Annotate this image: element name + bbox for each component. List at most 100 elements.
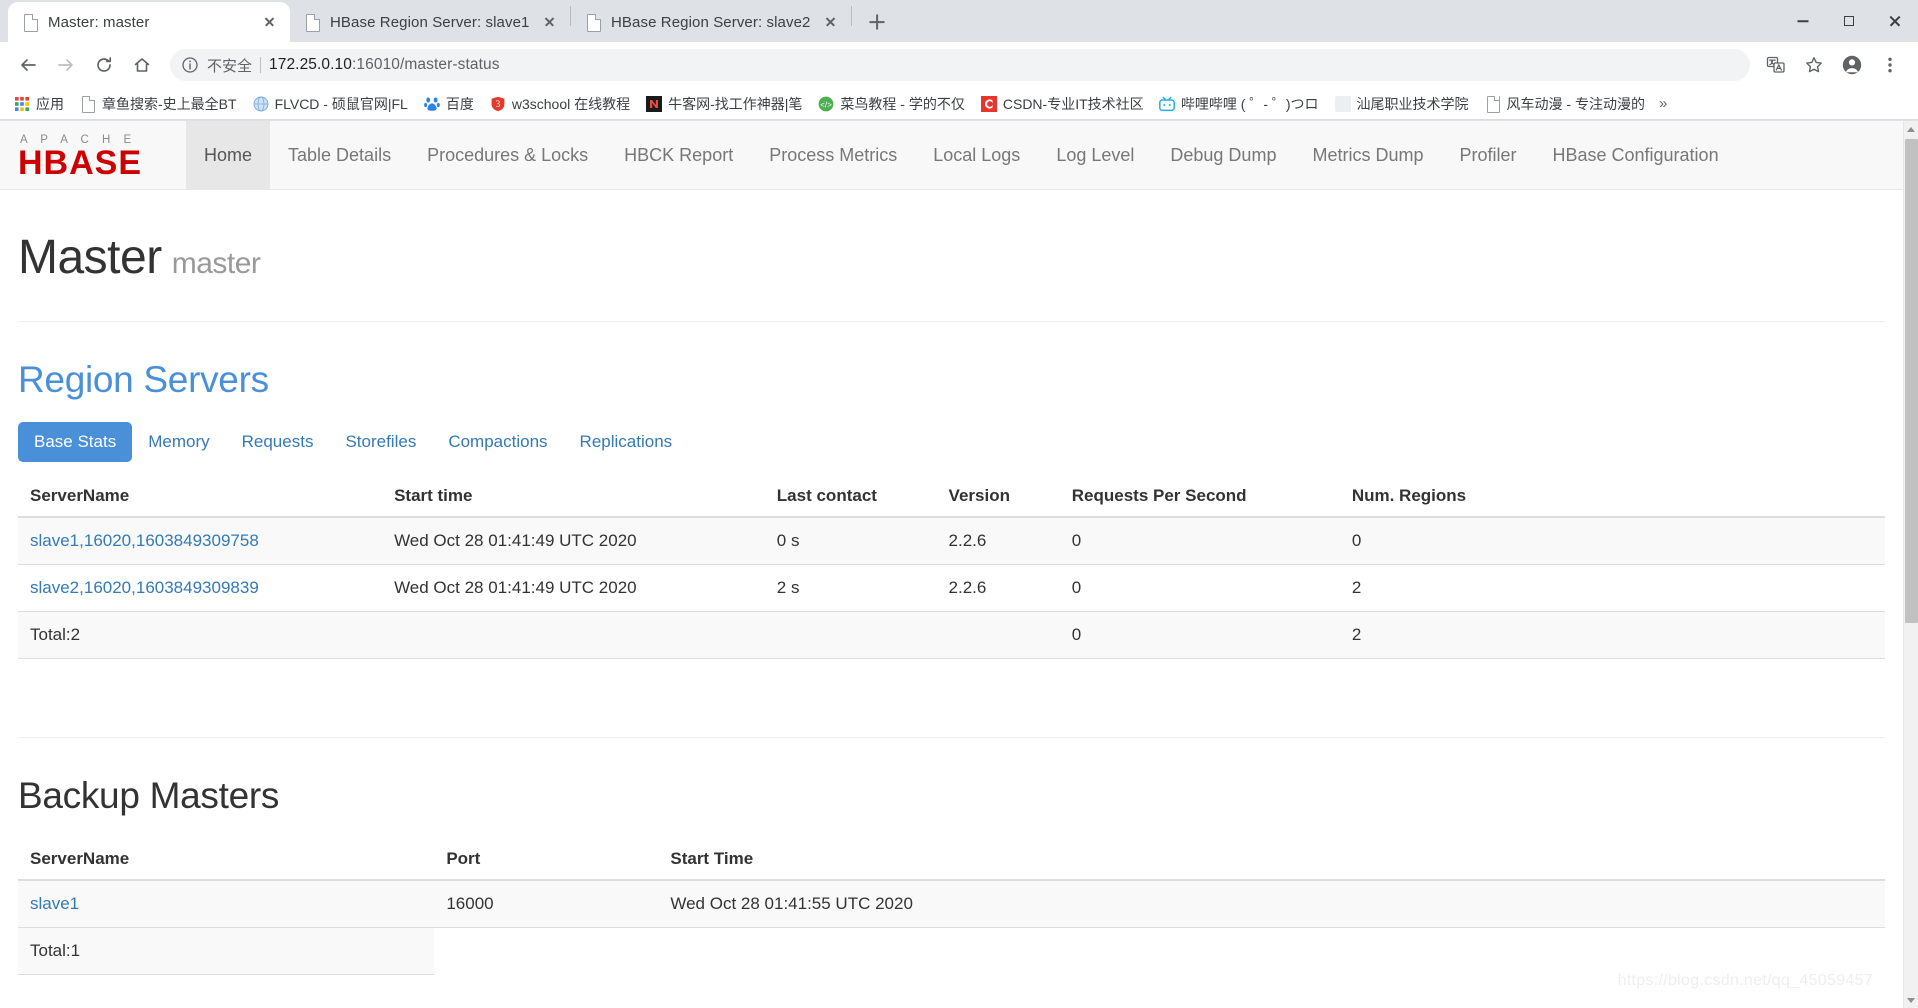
hbase-master-status-page: A P A C H E HBASE Home Table Details Pro… <box>0 121 1903 1008</box>
maximize-button[interactable] <box>1826 0 1872 42</box>
nowcoder-icon <box>646 95 663 112</box>
tab-divider <box>851 6 852 26</box>
cell-total-start-time <box>382 611 765 660</box>
bookmark-w3school[interactable]: 3 w3school 在线教程 <box>482 91 638 117</box>
nav-item-hbase-configuration[interactable]: HBase Configuration <box>1534 121 1736 190</box>
tab-replications[interactable]: Replications <box>564 422 689 462</box>
cell-start-time: Wed Oct 28 01:41:49 UTC 2020 <box>382 564 765 613</box>
minimize-button[interactable] <box>1780 0 1826 42</box>
tab-compactions[interactable]: Compactions <box>432 422 563 462</box>
server-link-slave1[interactable]: slave1,16020,1603849309758 <box>30 531 259 550</box>
three-dot-menu-icon[interactable] <box>1872 47 1908 83</box>
bookmark-label: 风车动漫 - 专注动漫的 <box>1506 95 1645 112</box>
column-header-requests-per-second: Requests Per Second <box>1059 476 1340 519</box>
new-tab-button[interactable] <box>860 5 894 39</box>
divider <box>18 320 1885 322</box>
hbase-logo[interactable]: A P A C H E HBASE <box>14 121 186 190</box>
bookmark-swvtc[interactable]: 汕尾职业技术学院 <box>1327 91 1477 117</box>
page-title: Master master <box>18 231 1885 285</box>
bookmark-label: 牛客网-找工作神器|笔 <box>668 95 803 112</box>
browser-window: Master: master HBase Region Server: slav… <box>0 0 1918 1008</box>
nav-item-procedures-locks[interactable]: Procedures & Locks <box>409 121 606 190</box>
tab-memory[interactable]: Memory <box>132 422 225 462</box>
page-scrollbar[interactable] <box>1903 121 1918 1008</box>
nav-item-debug-dump[interactable]: Debug Dump <box>1152 121 1294 190</box>
tab-storefiles[interactable]: Storefiles <box>329 422 432 462</box>
hbase-navbar: A P A C H E HBASE Home Table Details Pro… <box>0 121 1903 190</box>
bookmark-nowcoder[interactable]: 牛客网-找工作神器|笔 <box>638 91 810 117</box>
nav-item-log-level[interactable]: Log Level <box>1038 121 1152 190</box>
nav-item-table-details[interactable]: Table Details <box>270 121 409 190</box>
close-icon[interactable] <box>821 13 839 31</box>
window-close-button[interactable] <box>1872 0 1918 42</box>
column-header-num-regions: Num. Regions <box>1339 476 1885 519</box>
nav-item-process-metrics[interactable]: Process Metrics <box>751 121 915 190</box>
cell-port: 16000 <box>434 880 659 929</box>
info-circle-icon[interactable] <box>181 56 199 74</box>
cell-total-version <box>936 611 1060 660</box>
close-icon[interactable] <box>260 13 278 31</box>
nav-item-local-logs[interactable]: Local Logs <box>915 121 1038 190</box>
browser-tab-1[interactable]: HBase Region Server: slave1 <box>290 2 570 42</box>
close-icon[interactable] <box>540 13 558 31</box>
bookmark-label: 汕尾职业技术学院 <box>1356 95 1469 112</box>
backup-masters-heading: Backup Masters <box>18 775 280 817</box>
tab-requests[interactable]: Requests <box>226 422 330 462</box>
page-subtitle: master <box>171 247 261 280</box>
backup-masters-table: ServerName Port Start Time slave1 16000 … <box>18 839 1885 976</box>
back-arrow-icon[interactable] <box>10 47 46 83</box>
scroll-down-arrow-icon[interactable] <box>1904 992 1918 1008</box>
translate-icon[interactable] <box>1758 47 1794 83</box>
tab-title: HBase Region Server: slave2 <box>611 13 811 31</box>
page-icon <box>80 95 96 113</box>
server-link-slave2[interactable]: slave2,16020,1603849309839 <box>30 578 259 597</box>
tab-strip: Master: master HBase Region Server: slav… <box>0 0 1918 42</box>
cell-servername: slave1 <box>18 880 435 929</box>
divider <box>18 737 1885 739</box>
bookmark-zhangyu[interactable]: 章鱼搜索-史上最全BT <box>72 91 245 117</box>
bookmark-baidu[interactable]: 百度 <box>416 91 482 117</box>
reload-icon[interactable] <box>86 47 122 83</box>
bookmark-apps[interactable]: 应用 <box>6 91 72 117</box>
nav-item-hbck-report[interactable]: HBCK Report <box>606 121 751 190</box>
nav-item-metrics-dump[interactable]: Metrics Dump <box>1294 121 1441 190</box>
cell-servername: slave1,16020,1603849309758 <box>18 517 383 566</box>
browser-toolbar: 不安全 172.25.0.10:16010/master-status <box>0 42 1918 88</box>
backup-master-link-slave1[interactable]: slave1 <box>30 894 79 913</box>
scroll-up-arrow-icon[interactable] <box>1904 121 1918 137</box>
cell-num-regions: 2 <box>1339 564 1885 613</box>
page-icon <box>304 13 321 32</box>
bookmark-fengche[interactable]: 风车动漫 - 专注动漫的 <box>1477 91 1653 117</box>
bookmark-flvcd[interactable]: FLVCD - 硕鼠官网|FL <box>245 91 416 117</box>
tab-title: HBase Region Server: slave1 <box>330 13 530 31</box>
bookmark-bilibili[interactable]: 哔哩哔哩 ( ゜- ゜)つロ <box>1151 91 1327 117</box>
tab-title: Master: master <box>48 13 150 31</box>
cell-version: 2.2.6 <box>936 517 1060 566</box>
star-icon[interactable] <box>1796 47 1832 83</box>
nav-item-profiler[interactable]: Profiler <box>1441 121 1534 190</box>
bookmark-runoob[interactable]: </> 菜鸟教程 - 学的不仅 <box>810 91 972 117</box>
home-icon[interactable] <box>124 47 160 83</box>
page-icon <box>1485 95 1501 113</box>
scrollbar-thumb[interactable] <box>1905 139 1918 623</box>
watermark: https://blog.csdn.net/qq_45059457 <box>1617 972 1873 989</box>
column-header-start-time: Start time <box>382 476 765 519</box>
tab-base-stats[interactable]: Base Stats <box>18 422 133 463</box>
nav-item-home[interactable]: Home <box>186 121 271 190</box>
bookmarks-overflow-button[interactable]: » <box>1653 92 1673 115</box>
browser-tab-0[interactable]: Master: master <box>8 2 290 42</box>
cell-total-num-regions: 2 <box>1339 611 1885 660</box>
cell-last-contact: 2 s <box>764 564 937 613</box>
forward-arrow-icon[interactable] <box>48 47 84 83</box>
cell-total-requests-per-second: 0 <box>1059 611 1340 660</box>
page-viewport: A P A C H E HBASE Home Table Details Pro… <box>0 121 1918 1008</box>
apps-grid-icon <box>14 96 30 112</box>
globe-blue-icon <box>253 96 269 112</box>
cell-start-time: Wed Oct 28 01:41:55 UTC 2020 <box>658 880 1885 929</box>
cell-last-contact: 0 s <box>764 517 937 566</box>
bookmark-csdn[interactable]: CSDN-专业IT技术社区 <box>973 91 1151 117</box>
browser-tab-2[interactable]: HBase Region Server: slave2 <box>571 2 851 42</box>
address-bar[interactable]: 不安全 172.25.0.10:16010/master-status <box>170 49 1750 81</box>
cell-total-start-time <box>658 927 1885 975</box>
profile-icon[interactable] <box>1834 47 1870 83</box>
